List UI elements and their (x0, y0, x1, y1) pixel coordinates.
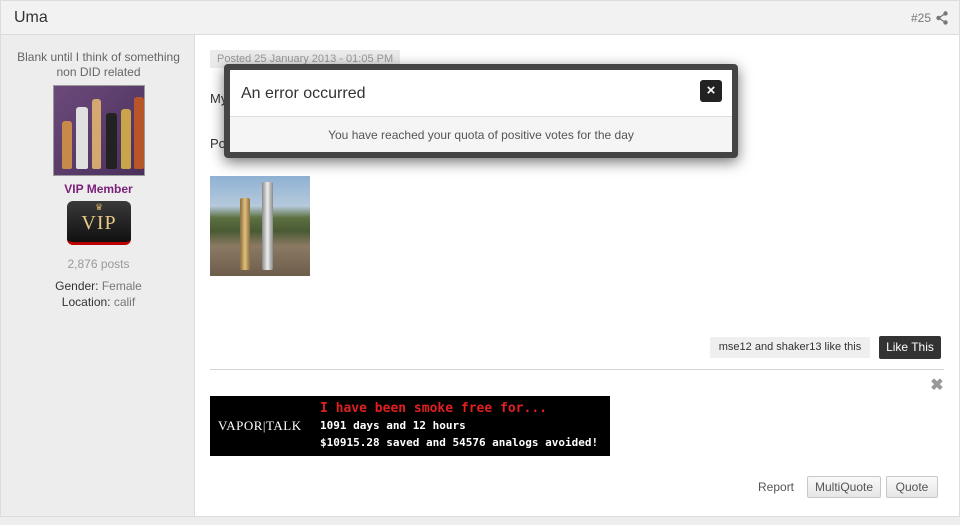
post-author[interactable]: Uma (14, 9, 48, 27)
vip-badge-text: VIP (81, 212, 117, 234)
post-image[interactable] (210, 176, 310, 276)
modal-header: An error occurred × (230, 70, 732, 117)
signature-line-2: 1091 days and 12 hours (320, 419, 466, 432)
likes-summary[interactable]: mse12 and shaker13 like this (710, 337, 870, 358)
report-link[interactable]: Report (758, 480, 794, 494)
signature-banner[interactable]: VAPOR|TALK I have been smoke free for...… (210, 396, 610, 456)
close-icon[interactable]: ✖ (930, 378, 944, 394)
modal-close-button[interactable]: × (700, 80, 722, 102)
vip-badge: ♛ VIP (67, 201, 131, 245)
share-icon[interactable] (936, 11, 948, 25)
member-custom-title: Blank until I think of something non DID… (17, 50, 180, 79)
location-label: Location: (61, 295, 111, 309)
modal-body: You have reached your quota of positive … (230, 117, 732, 152)
post-number-link[interactable]: #25 (911, 11, 931, 25)
quote-button[interactable]: Quote (886, 476, 938, 498)
signature-brand: VAPOR|TALK (218, 418, 302, 433)
multiquote-button[interactable]: MultiQuote (807, 476, 881, 498)
signature-divider (210, 369, 944, 370)
gender-value: Female (101, 279, 142, 293)
member-group: VIP Member (64, 182, 133, 196)
author-sidebar: Blank until I think of something non DID… (0, 35, 195, 516)
like-button[interactable]: Like This (879, 336, 941, 359)
modal-message: You have reached your quota of positive … (328, 128, 634, 142)
post-header: Uma #25 (0, 0, 960, 35)
post-count: 2,876 posts (67, 257, 130, 271)
signature-line-1: I have been smoke free for... (320, 401, 547, 416)
gender-label: Gender: (55, 279, 99, 293)
error-modal: An error occurred × You have reached you… (224, 64, 738, 158)
location-info: Location: calif (1, 295, 196, 309)
signature-line-3: $10915.28 saved and 54576 analogs avoide… (320, 436, 599, 449)
location-value: calif (113, 295, 136, 309)
avatar[interactable] (53, 85, 145, 176)
modal-title: An error occurred (241, 85, 366, 102)
crown-icon: ♛ (94, 202, 104, 212)
gender-info: Gender: Female (1, 279, 196, 293)
footer-bar (0, 516, 960, 525)
